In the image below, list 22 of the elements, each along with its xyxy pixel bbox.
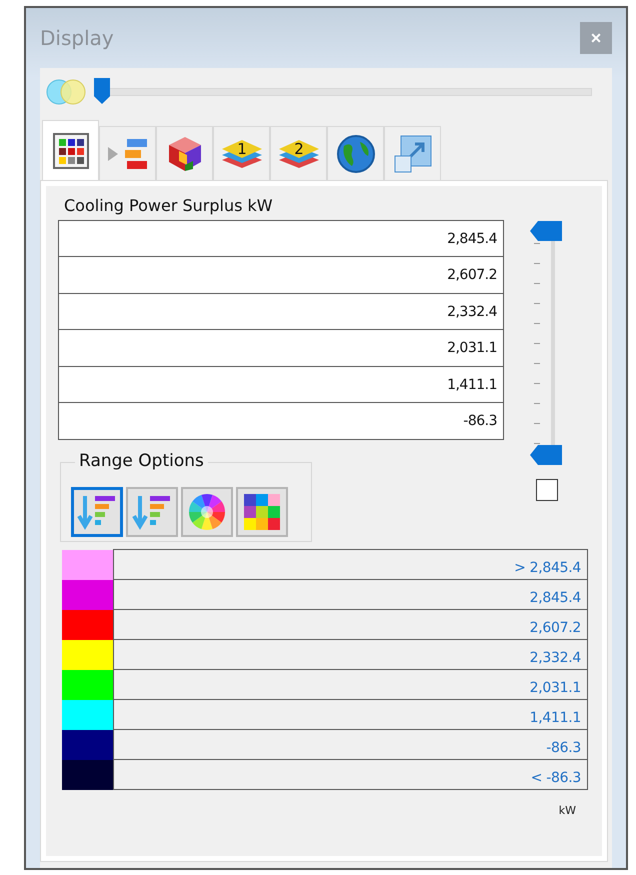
legend-value: 2,031.1 (113, 668, 588, 700)
unit-label: kW (558, 804, 576, 817)
legend-value: 2,332.4 (113, 638, 588, 670)
value-field[interactable]: 2,607.2 (58, 256, 504, 294)
value-field[interactable]: 2,031.1 (58, 329, 504, 367)
tab[interactable]: 2 (270, 126, 327, 180)
field-title: Cooling Power Surplus kW (64, 196, 274, 215)
legend-value: < -86.3 (113, 758, 588, 790)
group-title: Range Options (75, 451, 208, 471)
legend-value: 1,411.1 (113, 698, 588, 730)
legend-value: 2,607.2 (113, 608, 588, 640)
layer-number: 1 (236, 140, 246, 158)
value-field[interactable]: 2,845.4 (58, 220, 504, 258)
legend-value: > 2,845.4 (113, 548, 588, 580)
window-title: Display (40, 26, 114, 50)
legend-value: -86.3 (113, 728, 588, 760)
legend-value: 2,845.4 (113, 578, 588, 610)
value-field[interactable]: -86.3 (58, 402, 504, 440)
layer-number: 2 (294, 140, 304, 158)
value-field[interactable]: 2,332.4 (58, 292, 504, 330)
tab[interactable]: 1 (213, 126, 270, 180)
value-field[interactable]: 1,411.1 (58, 366, 504, 404)
